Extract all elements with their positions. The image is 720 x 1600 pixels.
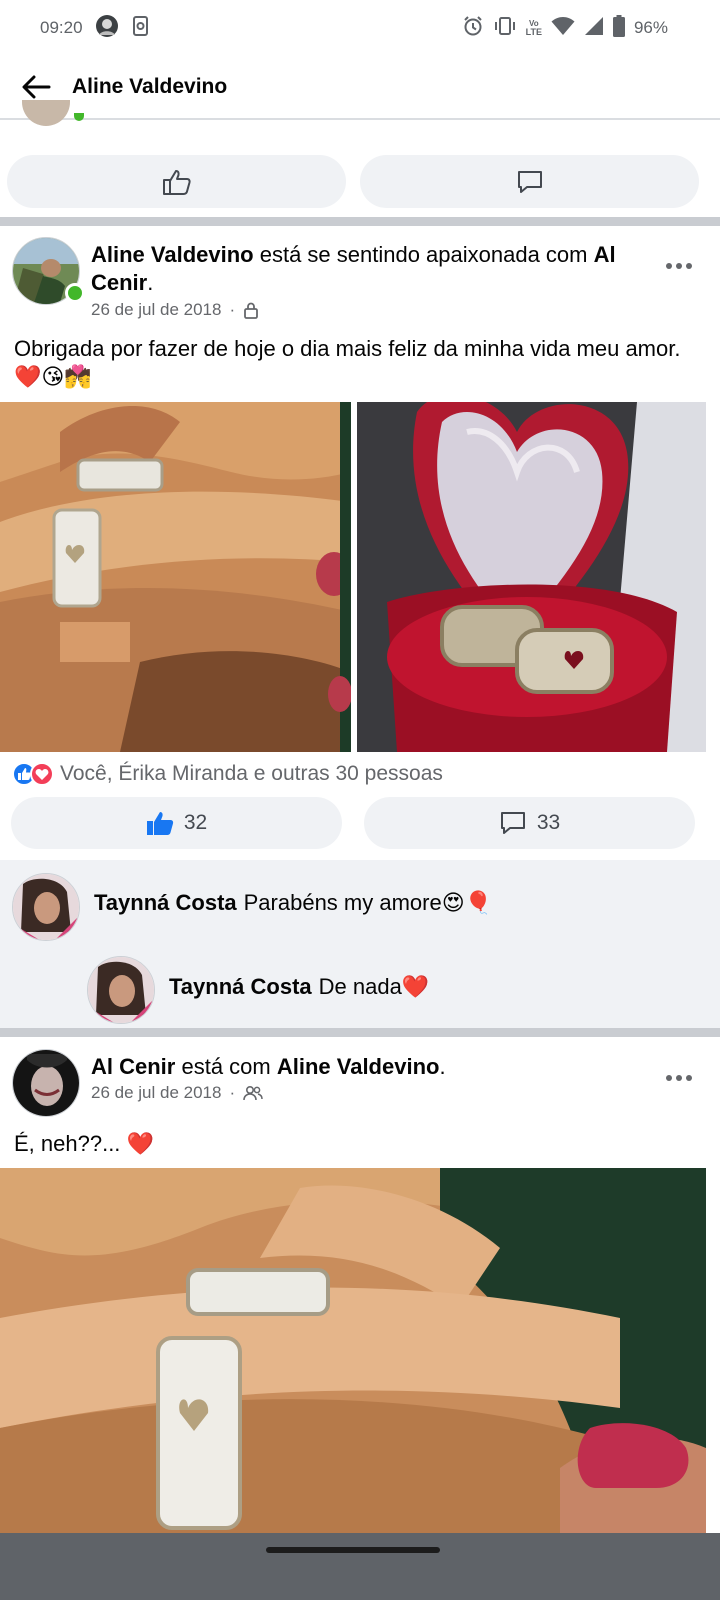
post-photo-hands[interactable] [0, 402, 351, 752]
comment-count-button[interactable]: 33 [364, 797, 695, 849]
comment-text: De nada❤️ [318, 974, 430, 999]
more-options-button[interactable] [659, 254, 699, 278]
comment-reply: Taynná Costa De nada❤️ [169, 974, 429, 1000]
like-count-button[interactable]: 32 [11, 797, 342, 849]
period: . [147, 270, 154, 295]
home-gesture-handle[interactable] [266, 1547, 440, 1553]
love-reaction-icon [30, 762, 54, 786]
volte-icon: Vo LTE [525, 19, 542, 37]
comment-text: Parabéns my amore😍🎈 [243, 890, 493, 915]
comment-icon [500, 812, 525, 834]
like-button[interactable] [7, 155, 346, 208]
author-name[interactable]: Aline Valdevino [91, 242, 254, 267]
meta-dot: · [229, 300, 236, 319]
wifi-icon [551, 16, 575, 41]
vibrate-icon [493, 15, 517, 42]
thumbs-up-filled-icon [146, 812, 173, 835]
alarm-icon [462, 15, 484, 42]
page-title: Aline Valdevino [72, 75, 228, 98]
like-count: 32 [183, 811, 208, 834]
friends-icon [243, 1085, 263, 1101]
period: . [439, 1054, 446, 1079]
screen-record-icon [131, 15, 151, 42]
comment-author[interactable]: Taynná Costa [169, 974, 312, 1000]
reactions-text: Você, Érika Miranda e outras 30 pessoas [60, 762, 443, 785]
feeling-text: está se sentindo apaixonada com [253, 242, 594, 267]
post-text: Obrigada por fazer de hoje o dia mais fe… [14, 336, 681, 389]
author-avatar[interactable] [12, 1049, 80, 1117]
previous-post-avatar [22, 100, 70, 126]
online-indicator [65, 283, 85, 303]
signal-icon [584, 16, 604, 41]
comment-author[interactable]: Taynná Costa [94, 890, 237, 916]
post-meta: 26 de jul de 2018 · [91, 1083, 263, 1103]
lock-icon [244, 302, 259, 319]
app-bar: Aline Valdevino [0, 56, 720, 120]
comment-button[interactable] [360, 155, 699, 208]
system-nav-bar [0, 1533, 720, 1600]
comment-icon [517, 170, 542, 193]
post-date[interactable]: 26 de jul de 2018 [91, 1083, 221, 1103]
arrow-left-icon [22, 75, 51, 99]
status-time: 09:20 [40, 18, 83, 37]
post-meta: 26 de jul de 2018 · [91, 300, 259, 320]
avatar-icon [95, 14, 119, 43]
meta-dot: · [229, 1083, 236, 1102]
comment-count: 33 [536, 811, 561, 834]
reactions-summary[interactable]: Você, Érika Miranda e outras 30 pessoas [12, 762, 443, 786]
feed-separator [0, 1028, 720, 1037]
post-header: Al Cenir está com Aline Valdevino. [91, 1053, 651, 1081]
with-text: está com [175, 1054, 277, 1079]
post-text: É, neh??... ❤️ [14, 1131, 154, 1156]
post-photo-ring-box[interactable] [357, 402, 706, 752]
post-header: Aline Valdevino está se sentindo apaixon… [91, 241, 651, 297]
battery-icon [612, 14, 625, 42]
more-options-button[interactable] [659, 1066, 699, 1090]
feed-separator [0, 217, 720, 226]
thumbs-up-icon [162, 169, 191, 195]
author-name[interactable]: Al Cenir [91, 1054, 175, 1079]
comment-1: Taynná Costa Parabéns my amore😍🎈 [94, 890, 492, 916]
lte-label: LTE [525, 27, 542, 37]
reply-avatar[interactable] [87, 956, 155, 1024]
status-bar: 09:20 Vo LTE 96% [0, 0, 720, 56]
post-date[interactable]: 26 de jul de 2018 [91, 300, 221, 320]
tagged-name[interactable]: Aline Valdevino [277, 1054, 440, 1079]
post-photo-hands-large[interactable] [0, 1168, 706, 1533]
battery-percent: 96% [633, 18, 668, 37]
commenter-avatar[interactable] [12, 873, 80, 941]
